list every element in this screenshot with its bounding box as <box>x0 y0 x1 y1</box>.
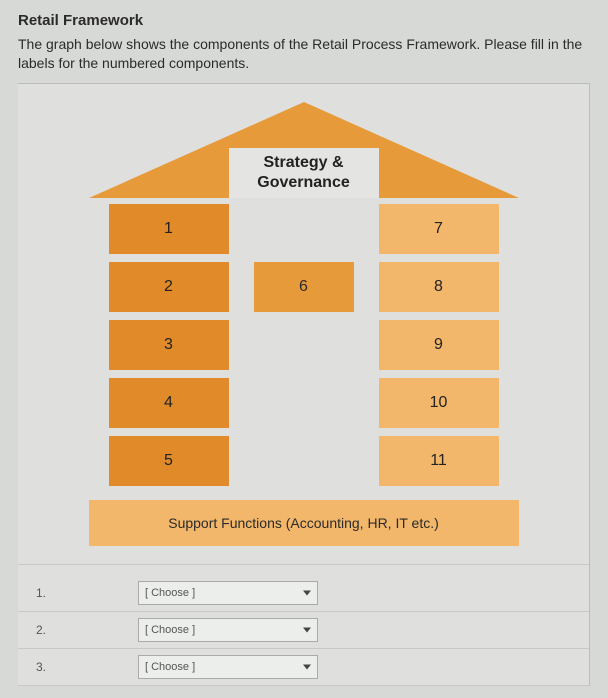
roof: Strategy & Governance <box>89 102 519 198</box>
box-6: 6 <box>254 262 354 312</box>
left-column: 1 2 3 4 5 <box>109 204 229 486</box>
answer-row: 3. [ Choose ] <box>18 649 589 686</box>
answer-number: 2. <box>18 623 48 637</box>
choose-dropdown-1[interactable]: [ Choose ] <box>138 581 318 605</box>
box-3: 3 <box>109 320 229 370</box>
house-body: 1 2 3 4 5 6 7 8 9 10 11 <box>89 204 519 486</box>
middle-column: 6 <box>254 204 354 486</box>
page-subtitle: The graph below shows the components of … <box>18 35 590 73</box>
right-column: 7 8 9 10 11 <box>379 204 499 486</box>
question-panel: Strategy & Governance 1 2 3 4 5 6 7 8 9 … <box>18 83 590 686</box>
page-title: Retail Framework <box>18 12 590 29</box>
box-10: 10 <box>379 378 499 428</box>
box-4: 4 <box>109 378 229 428</box>
answer-row: 2. [ Choose ] <box>18 612 589 649</box>
answer-row: 1. [ Choose ] <box>18 575 589 612</box>
box-11: 11 <box>379 436 499 486</box>
choose-dropdown-2[interactable]: [ Choose ] <box>138 618 318 642</box>
box-1: 1 <box>109 204 229 254</box>
foundation-label: Support Functions (Accounting, HR, IT et… <box>89 500 519 546</box>
choose-dropdown-3[interactable]: [ Choose ] <box>138 655 318 679</box>
roof-label: Strategy & Governance <box>224 153 384 191</box>
answer-number: 3. <box>18 660 48 674</box>
box-5: 5 <box>109 436 229 486</box>
box-7: 7 <box>379 204 499 254</box>
box-2: 2 <box>109 262 229 312</box>
framework-diagram: Strategy & Governance 1 2 3 4 5 6 7 8 9 … <box>89 102 519 546</box>
answer-number: 1. <box>18 586 48 600</box>
box-8: 8 <box>379 262 499 312</box>
answer-list: 1. [ Choose ] 2. [ Choose ] 3. [ Choose … <box>18 564 589 686</box>
box-9: 9 <box>379 320 499 370</box>
